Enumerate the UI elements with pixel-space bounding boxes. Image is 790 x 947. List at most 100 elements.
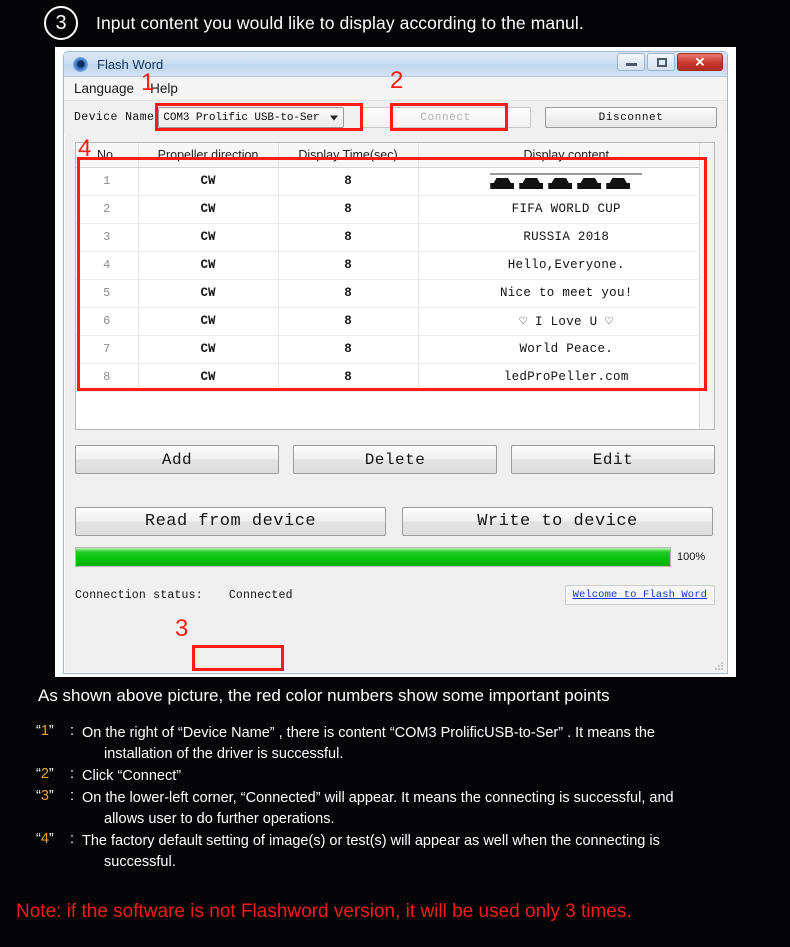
step-heading: 3 Input content you would like to displa… xyxy=(44,6,584,40)
bullet-number: “4” xyxy=(36,831,54,848)
cell-no: 5 xyxy=(76,279,139,308)
resize-grip-icon[interactable] xyxy=(714,661,724,671)
add-button[interactable]: Add xyxy=(75,445,279,474)
cell-direction: CW xyxy=(138,195,279,224)
table-row[interactable]: 6 CW 8 ♡ I Love U ♡ xyxy=(76,307,714,336)
cell-direction: CW xyxy=(138,167,279,196)
cell-time: 8 xyxy=(278,335,419,364)
app-logo-icon xyxy=(73,56,88,72)
cell-direction: CW xyxy=(138,251,279,280)
cell-no: 3 xyxy=(76,223,139,252)
table-body: 1 CW 8 2 CW 8 FIFA WORLD CUP 3 CW 8 RUSSIA 2018 4 CW… xyxy=(76,167,714,392)
minimize-button[interactable] xyxy=(617,53,645,71)
cell-content: ledProPeller.com xyxy=(418,363,714,392)
graphic-shape xyxy=(548,178,573,189)
graphic-shape xyxy=(490,178,515,189)
bullet-line-1: On the lower-left corner, “Connected” wi… xyxy=(82,790,674,807)
bullet-colon: : xyxy=(70,723,75,739)
flash-word-window: Flash Word ✕ Language Help Device Name C… xyxy=(63,51,728,674)
cell-content: FIFA WORLD CUP xyxy=(418,195,714,224)
step-instruction-text: Input content you would like to display … xyxy=(96,12,584,33)
connection-status-value: Connected xyxy=(228,588,293,602)
progress-percent-label: 100% xyxy=(677,551,706,563)
annotation-number-4: 4 xyxy=(78,135,92,162)
cell-no: 8 xyxy=(76,363,139,392)
table-scrollbar[interactable] xyxy=(699,143,714,429)
caption-text: As shown above picture, the red color nu… xyxy=(38,686,610,705)
device-io-button-row: Read from device Write to device xyxy=(75,507,715,536)
column-header-direction: Propeller direction xyxy=(138,143,279,168)
bullet-text: The factory default setting of image(s) … xyxy=(82,831,660,873)
cell-direction: CW xyxy=(138,223,279,252)
edit-button[interactable]: Edit xyxy=(511,445,715,474)
connect-button[interactable]: Connect xyxy=(360,107,532,128)
table-row[interactable]: 5 CW 8 Nice to meet you! xyxy=(76,279,714,308)
table-row[interactable]: 3 CW 8 RUSSIA 2018 xyxy=(76,223,714,252)
graphic-shape xyxy=(519,178,544,189)
delete-button[interactable]: Delete xyxy=(293,445,497,474)
maximize-icon xyxy=(657,58,667,67)
bullet-list: “1”: On the right of “Device Name” , ther… xyxy=(36,723,776,874)
cell-direction: CW xyxy=(138,335,279,364)
table-header-row: No. Propeller direction Display Time(sec… xyxy=(76,143,714,168)
cell-content: ♡ I Love U ♡ xyxy=(418,307,714,336)
bullet-number: “1” xyxy=(36,723,54,739)
cell-direction: CW xyxy=(138,363,279,392)
cell-content: RUSSIA 2018 xyxy=(418,223,714,252)
cell-no: 7 xyxy=(76,335,139,364)
cell-time: 8 xyxy=(278,195,419,224)
read-from-device-button[interactable]: Read from device xyxy=(75,507,386,536)
cell-content: World Peace. xyxy=(418,335,714,364)
bullet-line-2: successful. xyxy=(104,854,176,871)
cell-time: 8 xyxy=(278,307,419,336)
cell-direction: CW xyxy=(138,279,279,308)
bullet-colon: : xyxy=(70,788,75,805)
table-row[interactable]: 2 CW 8 FIFA WORLD CUP xyxy=(76,195,714,224)
table-row[interactable]: 8 CW 8 ledProPeller.com xyxy=(76,363,714,392)
column-header-content: Display content xyxy=(418,143,714,168)
annotation-number-2: 2 xyxy=(390,67,404,94)
bullet-number: “2” xyxy=(36,766,54,783)
annotation-number-3: 3 xyxy=(175,615,189,642)
bullet-number: “3” xyxy=(36,788,54,805)
warning-note: Note: if the software is not Flashword v… xyxy=(16,901,632,922)
device-row: Device Name COM3 Prolific USB-to-Ser Con… xyxy=(64,101,727,134)
app-screenshot: Flash Word ✕ Language Help Device Name C… xyxy=(55,47,736,677)
table-row[interactable]: 1 CW 8 xyxy=(76,167,714,196)
device-name-value: COM3 Prolific USB-to-Ser xyxy=(163,111,320,124)
bullet-text: On the right of “Device Name” , there is… xyxy=(82,723,655,765)
table-row[interactable]: 7 CW 8 World Peace. xyxy=(76,335,714,364)
disconnect-button[interactable]: Disconnet xyxy=(545,107,717,128)
bullet-colon: : xyxy=(70,766,75,783)
maximize-button[interactable] xyxy=(647,53,675,71)
graphic-top-line xyxy=(490,173,643,175)
cell-no: 6 xyxy=(76,307,139,336)
bullet-text: Click “Connect” xyxy=(82,766,181,787)
cell-content xyxy=(418,167,714,196)
edit-button-row: Add Delete Edit xyxy=(75,445,715,474)
chevron-down-icon xyxy=(330,115,339,120)
status-bar: Connection status: Connected Welcome to … xyxy=(75,582,715,608)
device-name-dropdown[interactable]: COM3 Prolific USB-to-Ser xyxy=(158,107,345,128)
cell-content: Hello,Everyone. xyxy=(418,251,714,280)
annotation-number-1: 1 xyxy=(141,69,155,96)
close-button[interactable]: ✕ xyxy=(677,53,723,71)
bullet-item: “4”: The factory default setting of image… xyxy=(36,831,776,873)
cell-time: 8 xyxy=(278,223,419,252)
write-to-device-button[interactable]: Write to device xyxy=(402,507,713,536)
menu-item-language[interactable]: Language xyxy=(74,81,134,96)
bullet-line-2: installation of the driver is successful… xyxy=(104,746,344,763)
bullet-item: “3”: On the lower-left corner, “Connected… xyxy=(36,788,776,830)
content-table-wrapper: No. Propeller direction Display Time(sec… xyxy=(75,142,715,430)
page-root: 3 Input content you would like to displa… xyxy=(0,0,790,947)
display-graphic-icon xyxy=(490,173,643,189)
bullet-colon: : xyxy=(70,831,75,848)
table-row[interactable]: 4 CW 8 Hello,Everyone. xyxy=(76,251,714,280)
cell-no: 1 xyxy=(76,167,139,196)
graphic-shape xyxy=(606,178,631,189)
step-number-badge: 3 xyxy=(44,6,78,40)
bullet-item: “1”: On the right of “Device Name” , ther… xyxy=(36,723,776,765)
cell-content: Nice to meet you! xyxy=(418,279,714,308)
cell-time: 8 xyxy=(278,167,419,196)
welcome-link[interactable]: Welcome to Flash Word xyxy=(564,585,715,605)
